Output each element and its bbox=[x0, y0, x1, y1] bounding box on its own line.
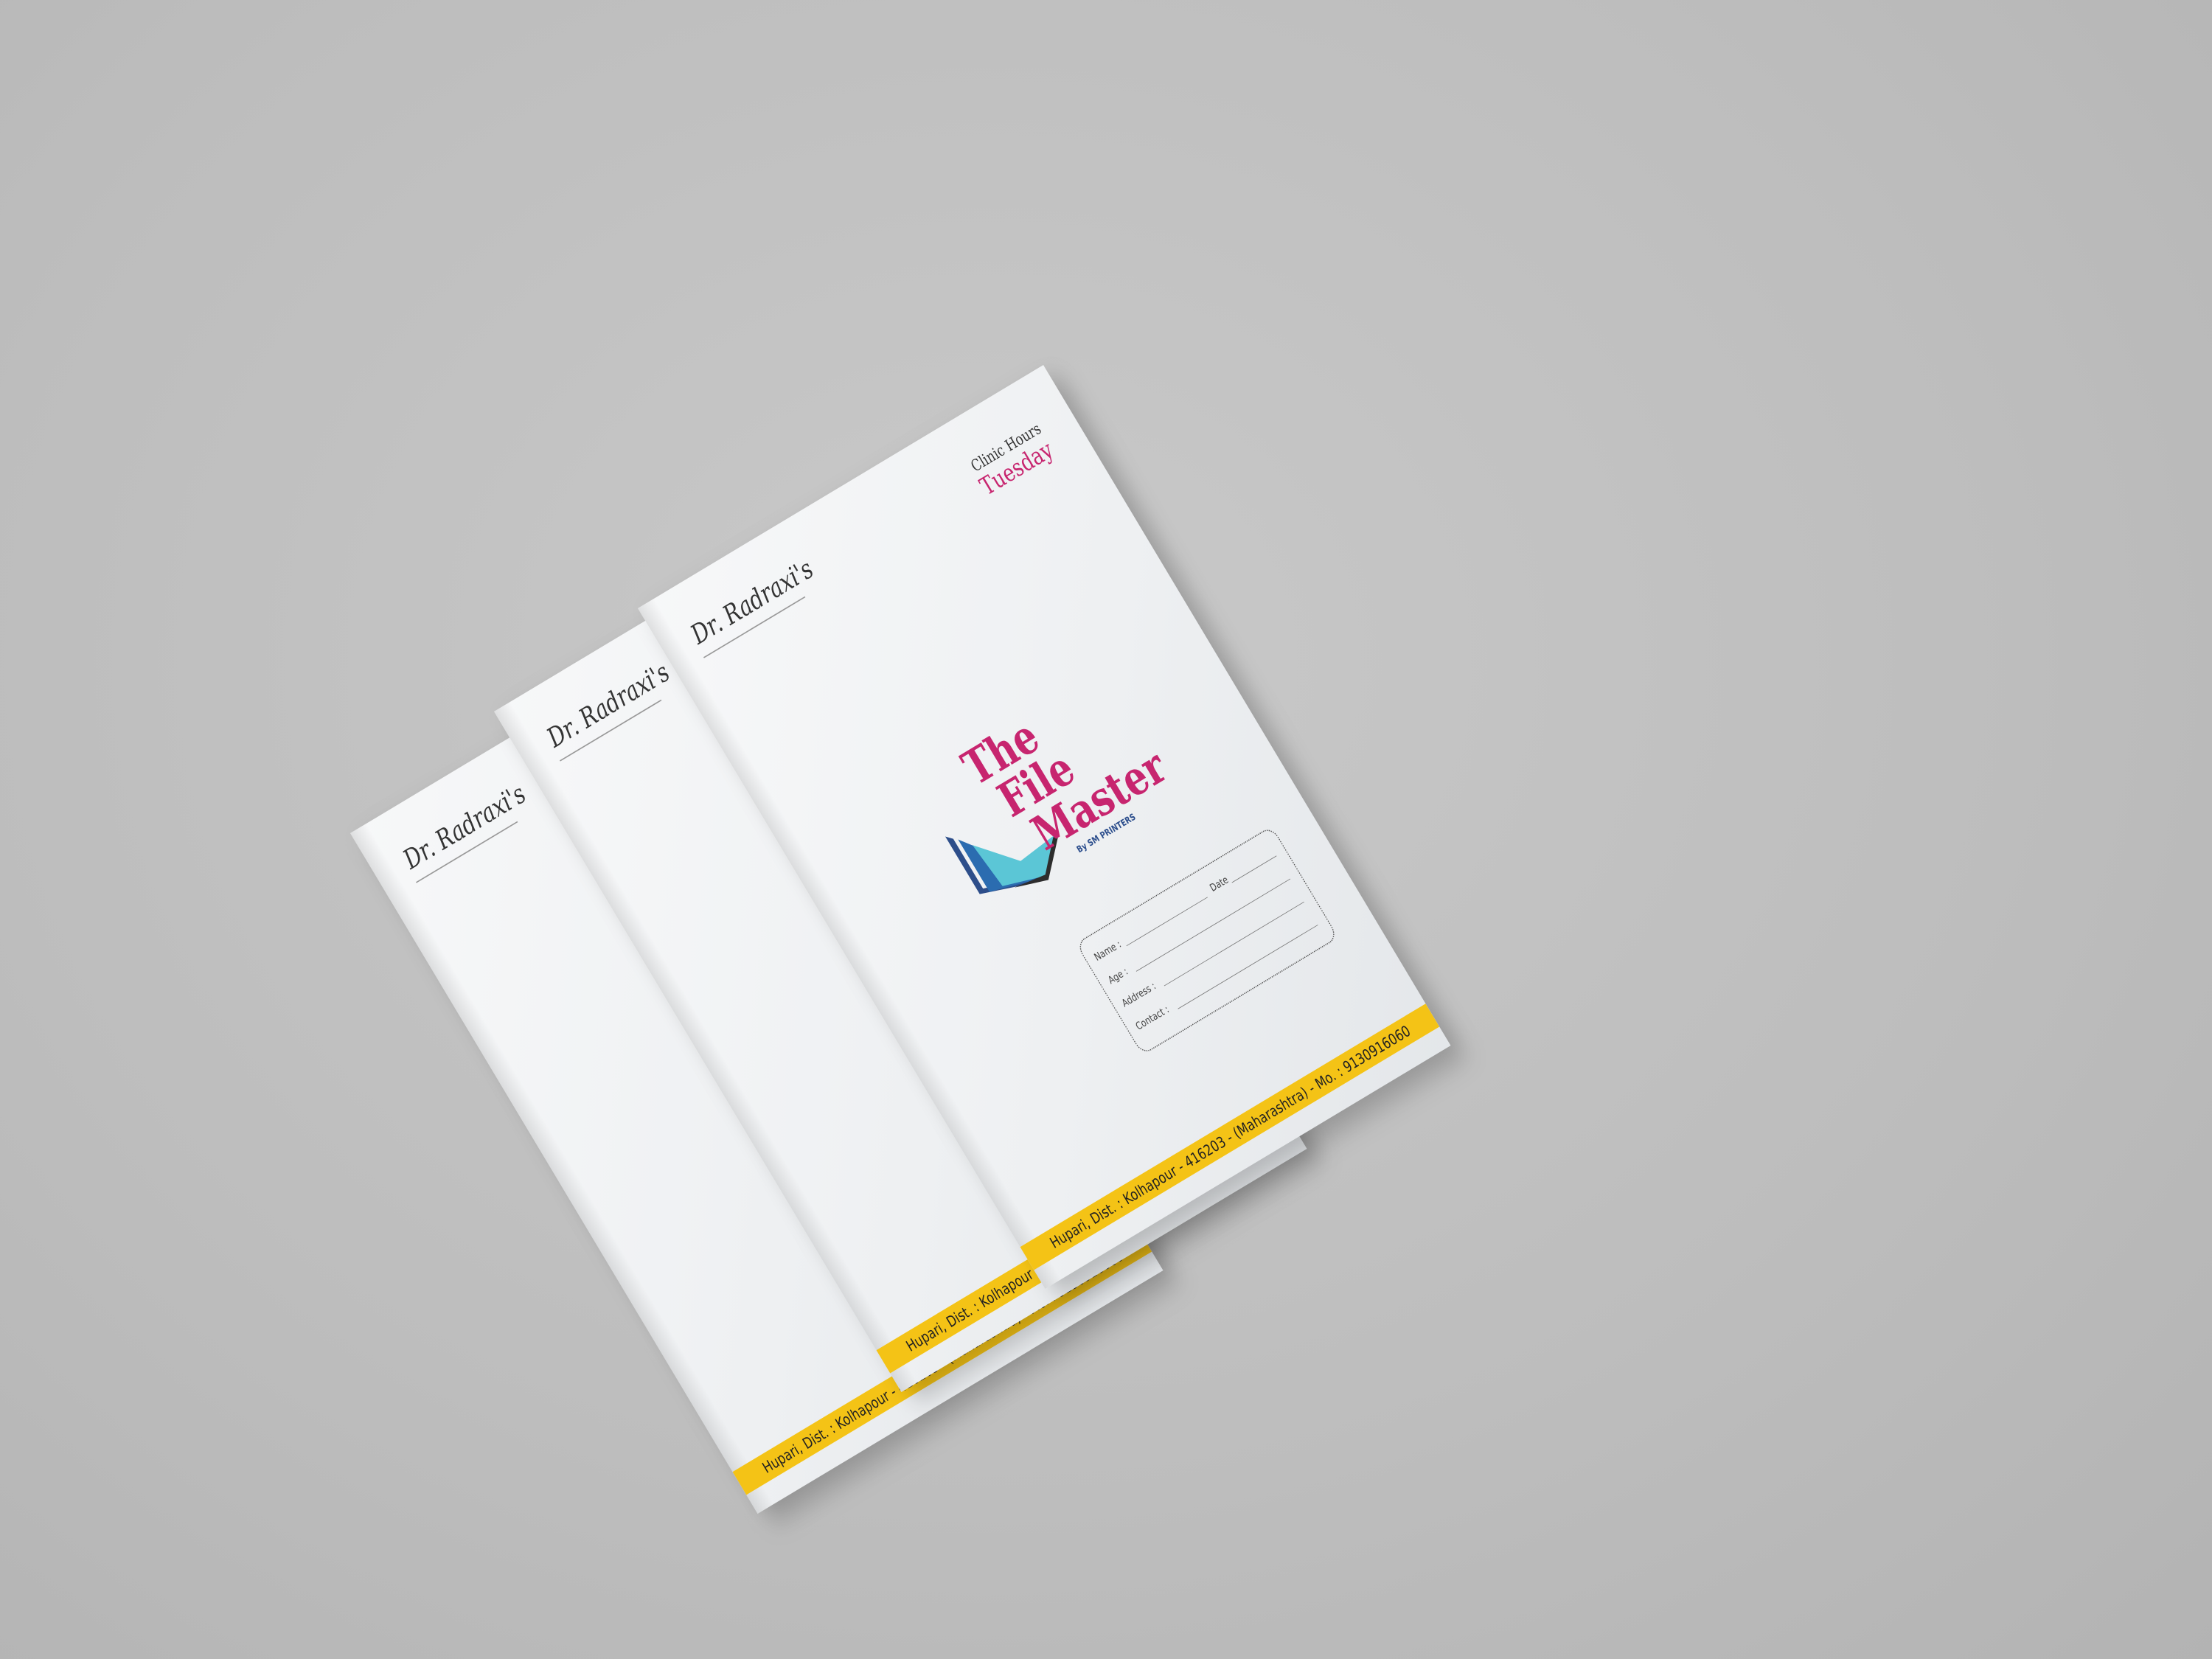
doctor-name: Dr. Radraxi's bbox=[685, 553, 819, 651]
doctor-name: Dr. Radraxi's bbox=[541, 656, 675, 754]
product-mockup-scene: Dr. Radraxi's Hupari, Dist. : Kolhapour … bbox=[0, 0, 2212, 1659]
footer-address: Hupari, Dist. : Kolhapour - 416203 - (Ma… bbox=[1046, 1022, 1414, 1252]
age-label: Age : bbox=[1106, 965, 1130, 987]
the-file-master-logo: The File Master By SM PRINTERS bbox=[907, 679, 1176, 917]
name-label: Name : bbox=[1092, 938, 1124, 964]
doctor-name: Dr. Radraxi's bbox=[397, 778, 532, 876]
date-label: Date bbox=[1208, 874, 1231, 894]
footer-band: Hupari, Dist. : Kolhapour - 416203 - (Ma… bbox=[1020, 1004, 1440, 1270]
patient-info-box: Name : Date Age : Address : Contact : bbox=[1075, 825, 1339, 1056]
